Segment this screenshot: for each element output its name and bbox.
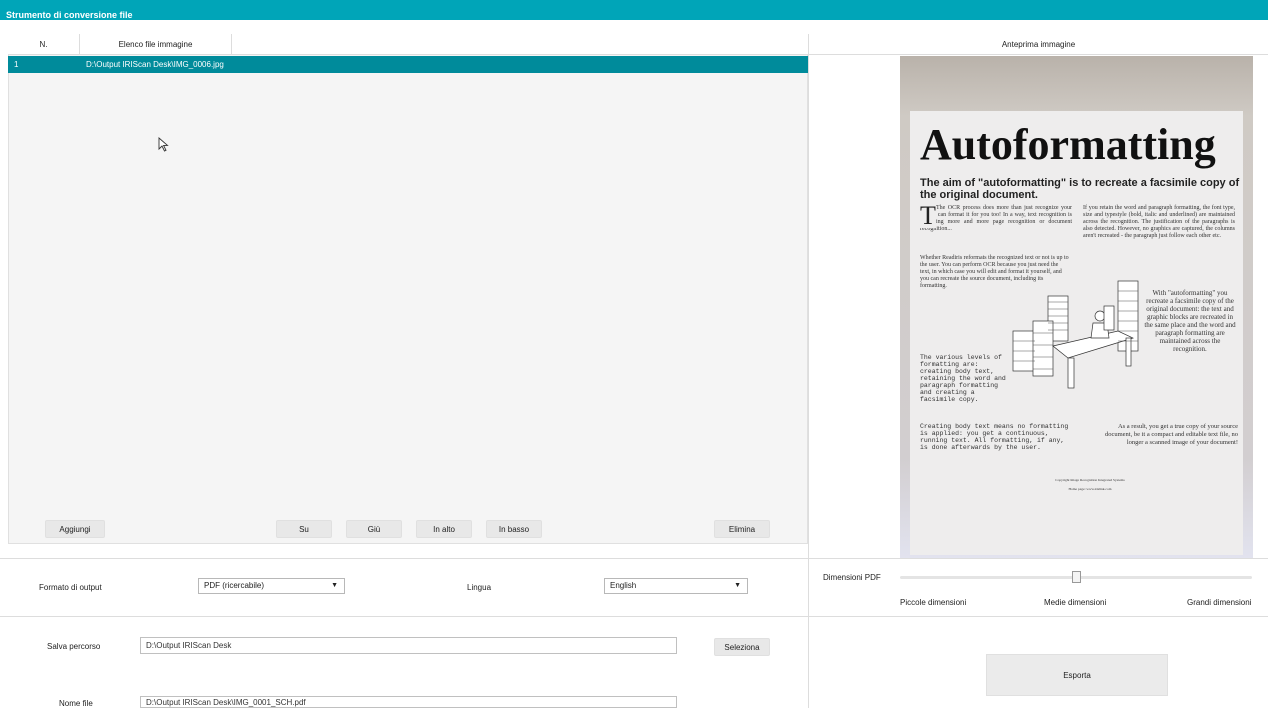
title-bar: Strumento di conversione file [0, 0, 1268, 20]
column-header-number[interactable]: N. [8, 34, 80, 55]
doc-mono-paragraph: The various levels of formatting are: cr… [920, 354, 1006, 403]
format-select-value: PDF (ricercabile) [204, 581, 265, 590]
doc-paragraph: The OCR process does more than just reco… [920, 205, 1072, 232]
move-up-button[interactable]: Su [276, 520, 332, 538]
export-button[interactable]: Esporta [986, 654, 1168, 696]
doc-mono-paragraph: Creating body text means no formatting i… [920, 423, 1069, 451]
section-divider [0, 616, 1268, 617]
select-folder-button[interactable]: Seleziona [714, 638, 770, 656]
scanned-document: Autoformatting The aim of "autoformattin… [910, 111, 1243, 555]
doc-footer: Copyright Image Recognition Integrated S… [1055, 478, 1125, 482]
pdf-size-small-label: Piccole dimensioni [900, 598, 967, 607]
doc-footer: Home page: www.irislink.com [1068, 487, 1112, 491]
move-bottom-button[interactable]: In basso [486, 520, 542, 538]
column-header-empty [232, 34, 808, 55]
window-title: Strumento di conversione file [6, 10, 133, 20]
file-name-input[interactable]: D:\Output IRIScan Desk\IMG_0001_SCH.pdf [140, 696, 677, 708]
doc-paragraph: With "autoformatting" you recreate a fac… [1144, 289, 1236, 353]
move-top-button[interactable]: In alto [416, 520, 472, 538]
section-divider [0, 558, 1268, 559]
save-path-label: Salva percorso [47, 642, 101, 651]
chevron-down-icon: ▼ [734, 582, 741, 589]
delete-button[interactable]: Elimina [714, 520, 770, 538]
pdf-size-label: Dimensioni PDF [823, 573, 881, 582]
preview-header: Anteprima immagine [809, 34, 1268, 55]
doc-title: Autoformatting [920, 120, 1216, 169]
doc-subtitle: The aim of "autoformatting" is to recrea… [920, 177, 1240, 201]
preview-image: Autoformatting The aim of "autoformattin… [900, 56, 1253, 558]
pdf-size-medium-label: Medie dimensioni [1044, 598, 1107, 607]
row-number: 1 [14, 60, 19, 69]
table-row[interactable]: 1 D:\Output IRIScan Desk\IMG_0006.jpg [8, 56, 808, 73]
doc-paragraph: As a result, you get a true copy of your… [1104, 423, 1238, 446]
doc-paragraph: If you retain the word and paragraph for… [1083, 205, 1235, 239]
language-label: Lingua [467, 583, 492, 592]
format-label: Formato di output [39, 583, 102, 592]
language-select-value: English [610, 581, 637, 590]
doc-drop-cap: T [920, 201, 936, 230]
pdf-size-slider-handle[interactable] [1072, 571, 1081, 583]
format-select[interactable]: PDF (ricercabile) ▼ [198, 578, 345, 594]
chevron-down-icon: ▼ [331, 582, 338, 589]
file-list-panel[interactable] [8, 34, 808, 544]
language-select[interactable]: English ▼ [604, 578, 748, 594]
add-button[interactable]: Aggiungi [45, 520, 105, 538]
save-path-input[interactable]: D:\Output IRIScan Desk [140, 637, 677, 654]
pdf-size-large-label: Grandi dimensioni [1187, 598, 1252, 607]
column-header-files[interactable]: Elenco file immagine [80, 34, 232, 55]
row-file-path: D:\Output IRIScan Desk\IMG_0006.jpg [86, 60, 224, 69]
desk-illustration-icon [1012, 280, 1139, 389]
panel-divider [808, 34, 809, 708]
move-down-button[interactable]: Giù [346, 520, 402, 538]
mouse-cursor-icon [158, 137, 169, 152]
